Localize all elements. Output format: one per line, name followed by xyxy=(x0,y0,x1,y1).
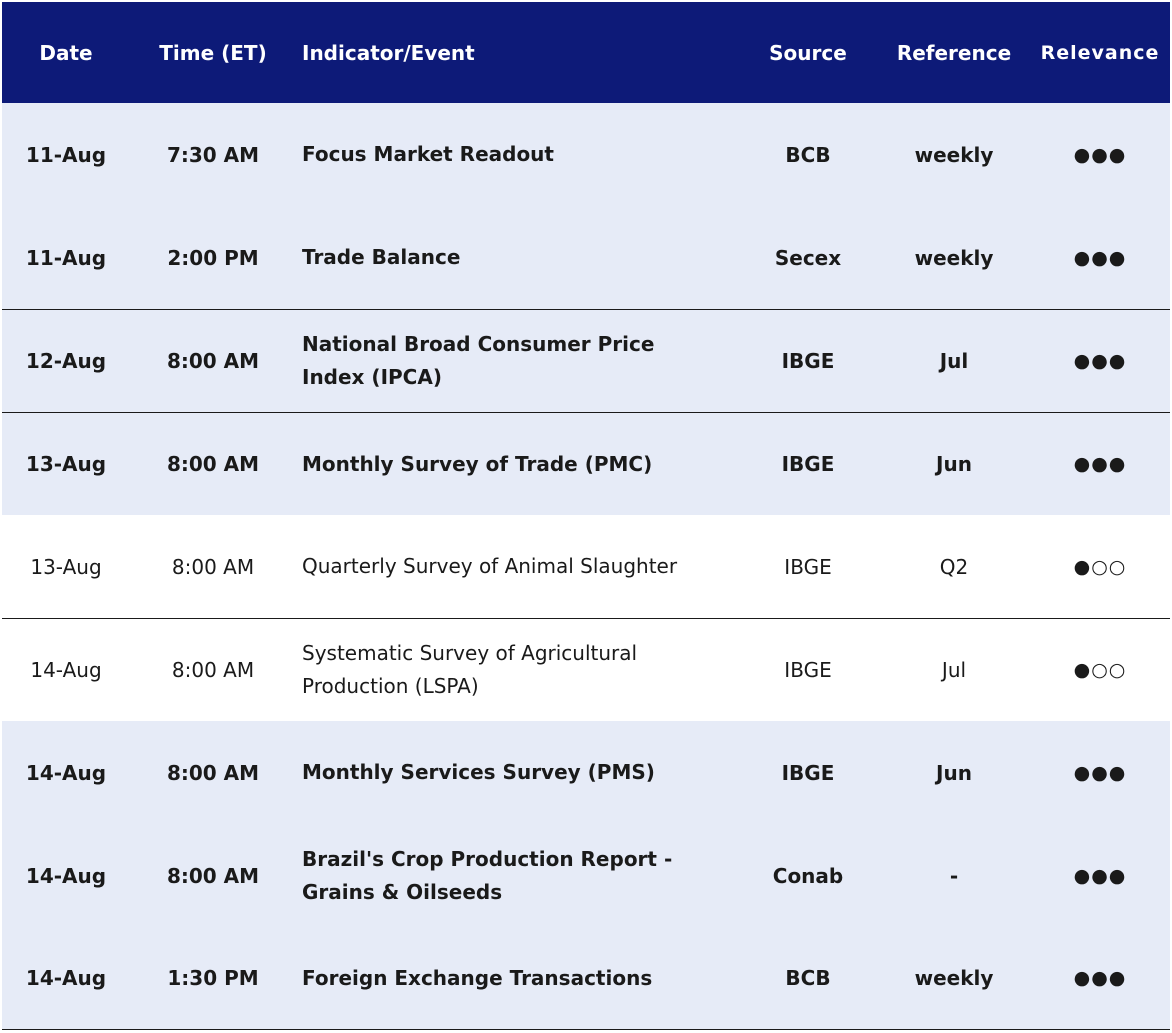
row-time: 2:00 PM xyxy=(167,245,259,270)
header-source: Source xyxy=(769,40,847,65)
row-indicator: Foreign Exchange Transactions xyxy=(302,965,653,990)
table-row: 14-Aug 8:00 AM Brazil's Crop Production … xyxy=(2,824,1170,927)
row-source: BCB xyxy=(785,966,831,990)
relevance-dots: ●●● xyxy=(1073,143,1127,166)
row-time: 8:00 AM xyxy=(166,349,260,373)
row-time: 8:00 AM xyxy=(166,863,260,888)
row-time: 8:00 AM xyxy=(166,452,260,476)
row-reference: Jun xyxy=(936,760,972,785)
row-reference: Jul xyxy=(939,349,969,373)
table-row: 11-Aug 2:00 PM Trade Balance Secex weekl… xyxy=(2,206,1170,309)
table-row: 11-Aug 7:30 AM Focus Market Readout BCB … xyxy=(2,103,1170,206)
row-source: Conab xyxy=(772,863,844,888)
row-date: 11-Aug xyxy=(25,142,107,167)
row-indicator: Trade Balance xyxy=(302,245,461,269)
row-reference: weekly xyxy=(914,142,994,167)
relevance-dots: ●○○ xyxy=(1073,659,1127,681)
row-date: 14-Aug xyxy=(25,966,107,990)
table-header: Date Time (ET) Indicator/Event Source Re… xyxy=(2,2,1170,103)
row-time: 7:30 AM xyxy=(166,142,260,167)
relevance-dots: ●●● xyxy=(1073,246,1127,269)
row-indicator: Focus Market Readout xyxy=(302,142,554,166)
row-reference: Q2 xyxy=(939,554,969,579)
relevance-dots: ●○○ xyxy=(1073,555,1127,578)
row-indicator: National Broad Consumer Price Index (IPC… xyxy=(302,332,655,389)
row-source: IBGE xyxy=(781,349,835,373)
row-time: 8:00 AM xyxy=(171,554,255,579)
row-date: 13-Aug xyxy=(30,554,102,579)
table-row: 14-Aug 8:00 AM Systematic Survey of Agri… xyxy=(2,618,1170,721)
row-indicator: Quarterly Survey of Animal Slaughter xyxy=(302,554,678,578)
row-source: IBGE xyxy=(781,452,835,476)
row-time: 1:30 PM xyxy=(167,966,259,990)
row-date: 14-Aug xyxy=(25,863,107,888)
table-row: 13-Aug 8:00 AM Monthly Survey of Trade (… xyxy=(2,412,1170,515)
header-reference: Reference xyxy=(896,40,1012,65)
header-date: Date xyxy=(39,40,93,65)
row-reference: weekly xyxy=(914,245,994,270)
row-source: IBGE xyxy=(784,554,832,579)
row-time: 8:00 AM xyxy=(166,760,260,785)
relevance-dots: ●●● xyxy=(1073,761,1127,784)
row-source: BCB xyxy=(785,142,831,167)
row-indicator: Brazil's Crop Production Report - Grains… xyxy=(302,846,673,904)
row-source: IBGE xyxy=(784,658,832,682)
header-indicator: Indicator/Event xyxy=(302,40,475,65)
row-reference: - xyxy=(949,863,959,888)
row-date: 14-Aug xyxy=(25,760,107,785)
row-reference: Jun xyxy=(936,452,972,476)
table-row: 13-Aug 8:00 AM Quarterly Survey of Anima… xyxy=(2,515,1170,618)
relevance-dots: ●●● xyxy=(1073,350,1127,372)
row-indicator: Monthly Services Survey (PMS) xyxy=(302,760,655,784)
calendar-table: Date Time (ET) Indicator/Event Source Re… xyxy=(2,2,1170,1030)
row-date: 11-Aug xyxy=(25,245,107,270)
row-date: 13-Aug xyxy=(25,452,107,476)
row-date: 14-Aug xyxy=(30,658,102,682)
header-relevance: Relevance xyxy=(1040,41,1160,64)
row-indicator: Systematic Survey of Agricultural Produc… xyxy=(302,641,638,698)
row-date: 12-Aug xyxy=(25,349,107,373)
table-row: 14-Aug 8:00 AM Monthly Services Survey (… xyxy=(2,721,1170,824)
row-time: 8:00 AM xyxy=(171,658,255,682)
relevance-dots: ●●● xyxy=(1073,864,1127,887)
row-reference: weekly xyxy=(914,966,994,990)
row-source: Secex xyxy=(774,245,842,270)
row-indicator: Monthly Survey of Trade (PMC) xyxy=(302,451,653,476)
table-row: 14-Aug 1:30 PM Foreign Exchange Transact… xyxy=(2,927,1170,1030)
header-time: Time (ET) xyxy=(159,40,267,65)
relevance-dots: ●●● xyxy=(1073,453,1127,475)
relevance-dots: ●●● xyxy=(1073,967,1127,989)
table-row: 12-Aug 8:00 AM National Broad Consumer P… xyxy=(2,309,1170,412)
row-reference: Jul xyxy=(941,658,967,682)
row-source: IBGE xyxy=(781,760,835,785)
